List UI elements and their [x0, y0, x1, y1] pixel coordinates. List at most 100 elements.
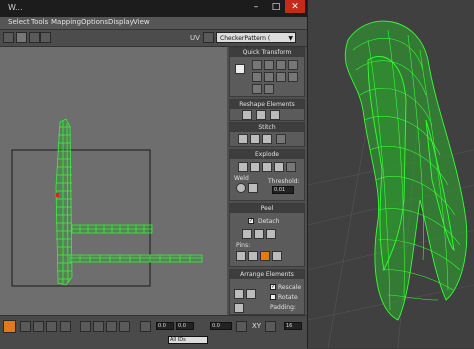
weld-label: Weld — [234, 175, 249, 182]
bottom-toolbar: 0.0 0.0 0.0 XY 16 All IDs — [0, 315, 307, 349]
value2-field[interactable]: 0.0 — [176, 322, 194, 330]
pack-normalize-icon[interactable] — [234, 289, 244, 299]
padding-label: Padding: — [270, 304, 296, 311]
perspective-canvas[interactable] — [308, 0, 474, 348]
flip-icon[interactable] — [252, 84, 262, 94]
spacing-horizontal-icon[interactable] — [276, 72, 286, 82]
stitch-header[interactable]: Stitch — [230, 123, 304, 132]
quick-transform-section: Quick Transform — [229, 47, 305, 97]
selected-vertex-marker — [56, 193, 59, 197]
texture-dropdown[interactable]: CheckerPattern ( Checker ) ▼ — [216, 32, 296, 53]
unpin-icon[interactable] — [248, 251, 258, 261]
explode-by-smoothing-icon[interactable] — [262, 162, 272, 172]
menu-tools[interactable]: Tools — [31, 18, 48, 26]
auto-pin-icon[interactable] — [260, 251, 270, 261]
value1-field[interactable]: 0.0 — [156, 322, 174, 330]
spacing-vertical-icon[interactable] — [288, 72, 298, 82]
rotate-icon[interactable] — [33, 321, 44, 332]
uv-label: UV — [190, 34, 200, 42]
uv-space-border — [11, 149, 151, 287]
ring-icon[interactable] — [119, 321, 130, 332]
weld-target-icon[interactable] — [236, 183, 246, 193]
rotate-checkbox[interactable] — [270, 294, 276, 300]
scene-viewport[interactable] — [308, 0, 474, 348]
weld-selected-icon[interactable] — [248, 183, 258, 193]
menu-bar: Select Tools Mapping Options Display Vie… — [0, 17, 307, 30]
vertex-icon[interactable] — [29, 32, 40, 43]
select-pins-icon[interactable] — [272, 251, 282, 261]
explode-by-material-icon[interactable] — [274, 162, 284, 172]
element-select-icon[interactable] — [140, 321, 151, 332]
scale-icon[interactable] — [46, 321, 57, 332]
select-mode-icon[interactable] — [3, 32, 14, 43]
menu-view[interactable]: View — [133, 18, 150, 26]
reset-peel-icon[interactable] — [266, 229, 276, 239]
menu-mapping[interactable]: Mapping — [51, 18, 81, 26]
stitch-to-target-icon[interactable] — [238, 134, 248, 144]
align-horizontal-icon[interactable] — [264, 60, 274, 70]
xy-label: XY — [252, 322, 262, 330]
uv-canvas[interactable] — [0, 47, 227, 315]
ids-dropdown[interactable]: All IDs — [168, 336, 208, 344]
zoom-field[interactable]: 16 — [284, 322, 302, 330]
explode-settings-icon[interactable] — [286, 162, 296, 172]
stitch-to-source-icon[interactable] — [262, 134, 272, 144]
stitch-settings-icon[interactable] — [276, 134, 286, 144]
pivot-icon[interactable] — [235, 64, 245, 74]
threshold-label: Threshold: — [268, 178, 300, 185]
uv-islands — [55, 118, 203, 286]
soft-select-icon[interactable] — [60, 321, 71, 332]
break-icon[interactable] — [238, 162, 248, 172]
rescale-label: Rescale — [278, 284, 302, 291]
coordinate-icon[interactable] — [265, 321, 276, 332]
pin-icon[interactable] — [236, 251, 246, 261]
rotate-label: Rotate — [278, 294, 298, 301]
menu-options[interactable]: Options — [81, 18, 108, 26]
close-icon[interactable]: ✕ — [285, 0, 305, 13]
shrink-selection-icon[interactable] — [93, 321, 104, 332]
straighten-icon[interactable] — [288, 60, 298, 70]
value3-field[interactable]: 0.0 — [210, 322, 232, 330]
relax-icon[interactable] — [264, 84, 274, 94]
arrange-elements-header[interactable]: Arrange Elements — [230, 270, 304, 279]
detach-label: Detach — [258, 218, 280, 225]
detach-edge-icon[interactable] — [250, 162, 260, 172]
lock-icon[interactable] — [236, 321, 247, 332]
peel-mode-icon[interactable] — [254, 229, 264, 239]
threshold-input[interactable]: 0.01 — [272, 186, 294, 194]
peel-section: Peel ✓ Detach Pins: — [229, 203, 305, 267]
stitch-section: Stitch — [229, 122, 305, 147]
rotate-cw-icon[interactable] — [264, 72, 274, 82]
detach-checkbox[interactable]: ✓ — [248, 218, 254, 224]
menu-select[interactable]: Select — [8, 18, 30, 26]
move-icon[interactable] — [20, 321, 31, 332]
peel-header[interactable]: Peel — [230, 204, 304, 213]
align-vertical-icon[interactable] — [252, 60, 262, 70]
quick-transform-header[interactable]: Quick Transform — [230, 48, 304, 57]
pack-custom-icon[interactable] — [246, 289, 256, 299]
pins-label: Pins: — [236, 242, 251, 249]
rescale-checkbox[interactable]: ✓ — [270, 284, 276, 290]
reshape-elements-header[interactable]: Reshape Elements — [230, 100, 304, 109]
minimize-icon[interactable]: – — [246, 0, 266, 13]
hair-strand-main — [344, 20, 468, 321]
rotate-ccw-icon[interactable] — [252, 72, 262, 82]
grow-selection-icon[interactable] — [80, 321, 91, 332]
menu-display[interactable]: Display — [108, 18, 134, 26]
arrange-elements-section: Arrange Elements ✓ Rescale Rotate Paddin… — [229, 269, 305, 315]
quick-peel-icon[interactable] — [242, 229, 252, 239]
filter-icon[interactable] — [16, 32, 27, 43]
group-icon[interactable] — [234, 303, 244, 313]
maximize-icon[interactable]: □ — [266, 0, 286, 13]
relax-icon-2[interactable] — [270, 110, 280, 120]
explode-header[interactable]: Explode — [230, 150, 304, 159]
stitch-average-icon[interactable] — [250, 134, 260, 144]
freeform-mode-icon[interactable] — [3, 320, 16, 333]
align-edge-icon[interactable] — [276, 60, 286, 70]
edge-icon[interactable] — [40, 32, 51, 43]
straighten-selection-icon[interactable] — [242, 110, 252, 120]
loop-icon[interactable] — [106, 321, 117, 332]
uv-viewport[interactable] — [0, 47, 227, 315]
relax-until-flat-icon[interactable] — [256, 110, 266, 120]
checker-icon[interactable] — [203, 32, 214, 43]
